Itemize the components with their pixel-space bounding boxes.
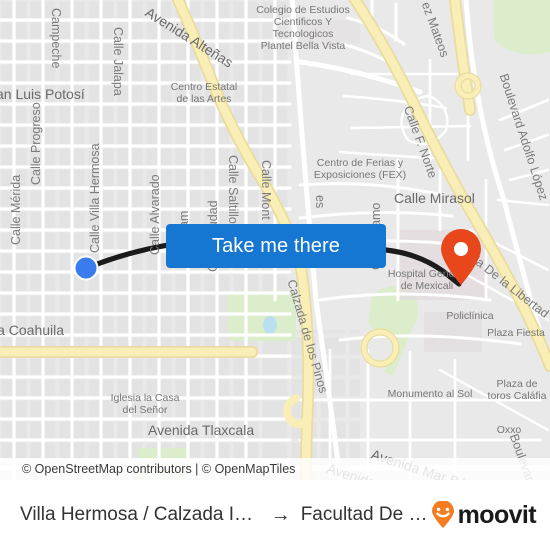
moovit-map-widget: Colegio de Estudios Cientificos Y Tecnolog…: [0, 0, 550, 550]
destination-pin-marker[interactable]: [441, 229, 481, 285]
take-me-there-label: Take me there: [211, 234, 341, 257]
moovit-wordmark: moovit: [457, 500, 537, 529]
arrow-right-icon: →: [270, 503, 291, 526]
moovit-pin-icon: [431, 501, 454, 528]
route-footer-bar: Villa Hermosa / Calzada Indepe… → Facult…: [0, 480, 550, 550]
route-summary: Villa Hermosa / Calzada Indepe… → Facult…: [20, 504, 430, 527]
origin-dot-marker[interactable]: [73, 255, 99, 281]
take-me-there-button[interactable]: Take me there: [166, 224, 386, 268]
moovit-logo[interactable]: moovit: [430, 500, 537, 530]
route-destination-label: Facultad De Me…: [300, 504, 430, 525]
route-origin-label: Villa Hermosa / Calzada Indepe…: [20, 504, 261, 525]
